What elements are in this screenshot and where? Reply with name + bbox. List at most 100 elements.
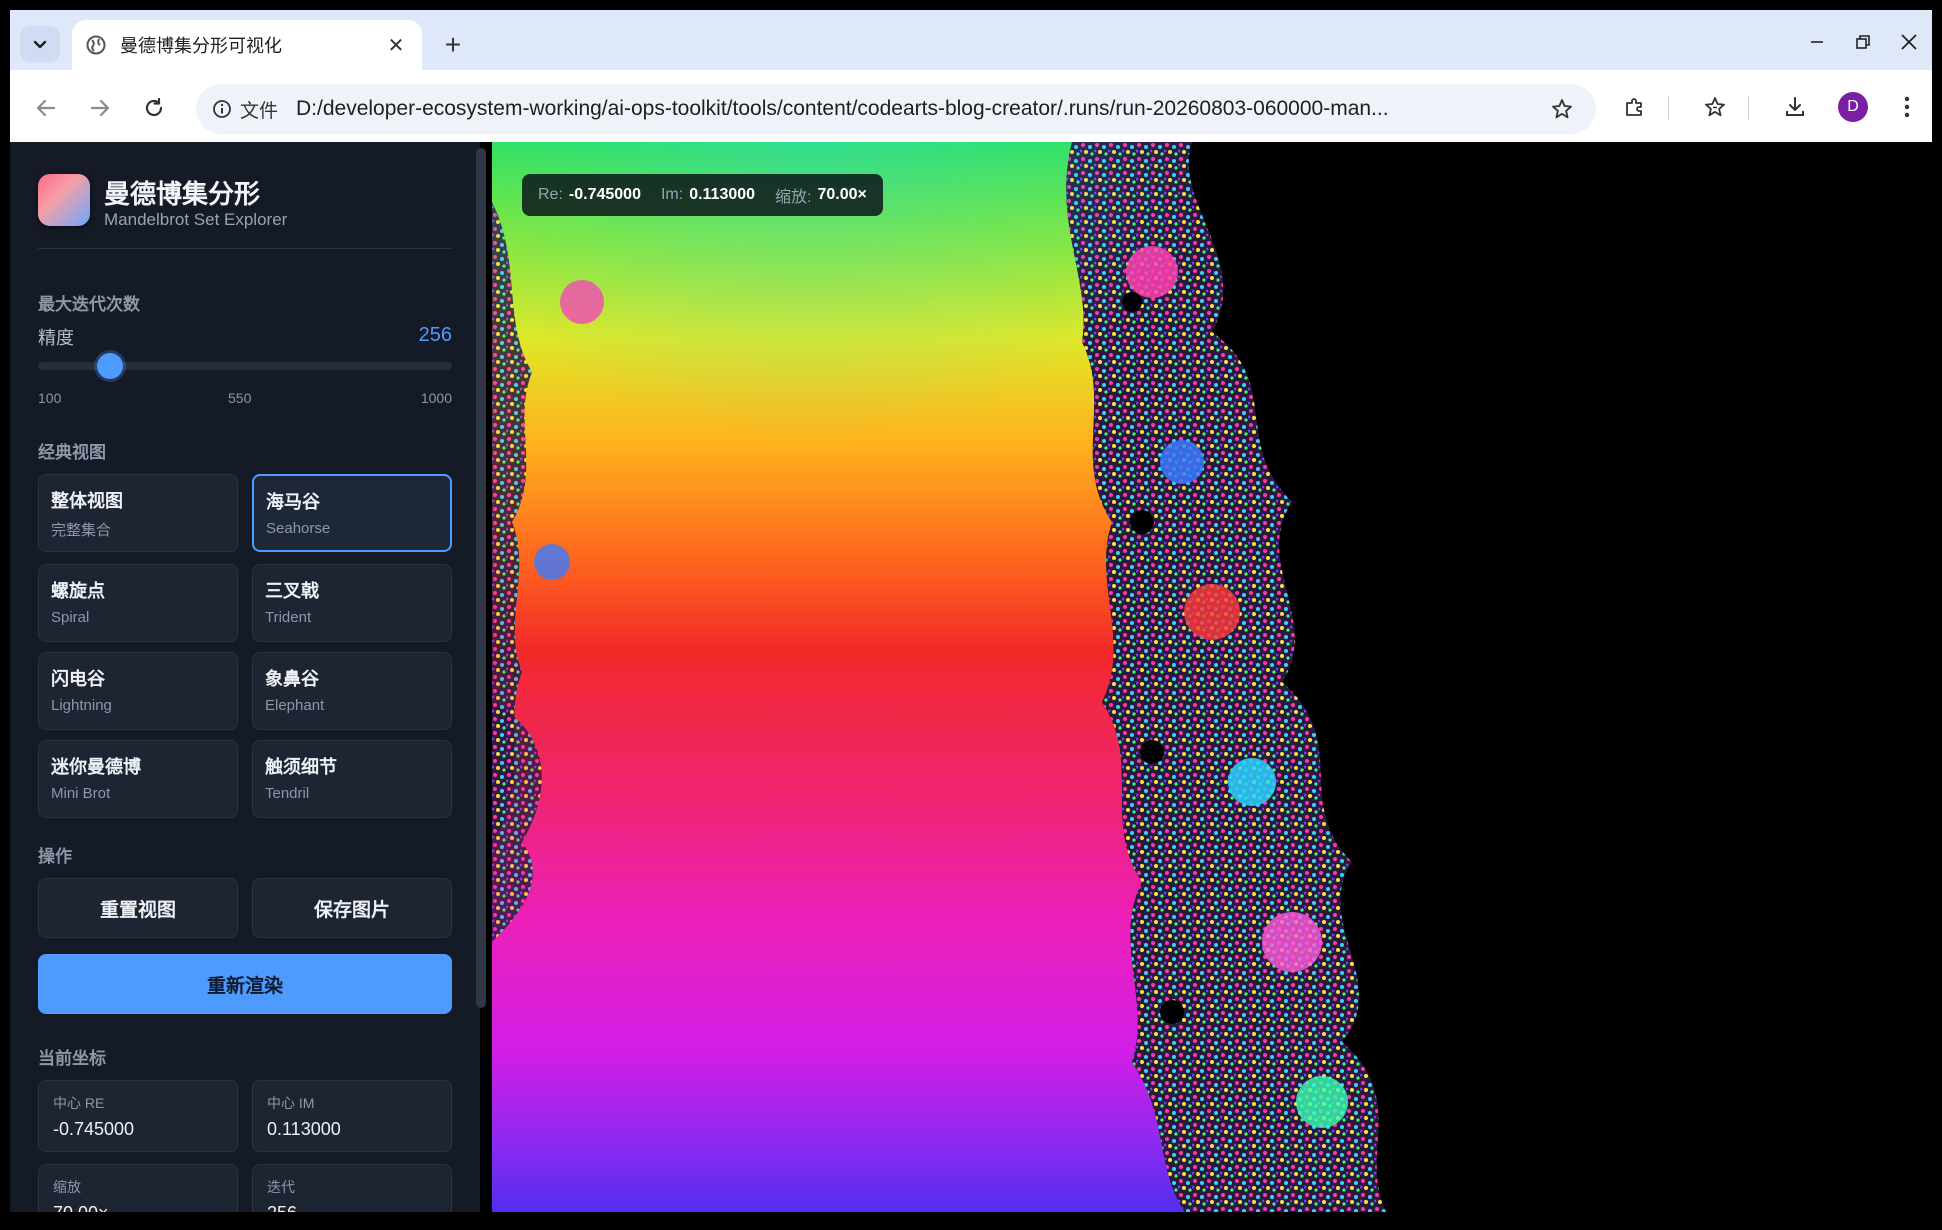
favorites-button[interactable]: [1694, 86, 1736, 128]
center-im-value: 0.113000: [267, 1119, 341, 1139]
app-subtitle: Mandelbrot Set Explorer: [104, 210, 288, 229]
downloads-button[interactable]: [1774, 86, 1816, 128]
slider-tick-min: 100: [38, 390, 62, 406]
close-window-button[interactable]: [1886, 24, 1932, 60]
browser-toolbar: 文件 D:/developer-ecosystem-working/ai-ops…: [10, 70, 1932, 142]
preset-subtitle: Mini Brot: [51, 785, 111, 802]
info-icon: [213, 100, 231, 118]
presets-section-label: 经典视图: [38, 443, 106, 462]
kebab-menu-icon: [1904, 96, 1910, 118]
chevron-down-icon: [33, 40, 47, 49]
tab-title: 曼德博集分形可视化: [120, 36, 282, 56]
overlay-re-label: Re:: [538, 186, 563, 203]
header-divider: [38, 248, 452, 249]
reset-view-button[interactable]: 重置视图: [38, 878, 238, 938]
preset-subtitle: Spiral: [51, 609, 90, 626]
tab-strip: 曼德博集分形可视化 ✕ +: [10, 10, 1932, 70]
precision-value: 256: [418, 324, 452, 346]
center-re-card: 中心 RE -0.745000: [38, 1080, 238, 1152]
preset-name: 整体视图: [51, 491, 123, 511]
overlay-im-value: 0.113000: [689, 186, 756, 203]
bookmark-star-icon[interactable]: [1544, 91, 1580, 127]
coordinate-overlay: Re: -0.745000 Im: 0.113000 缩放: 70.00×: [522, 174, 883, 216]
preset-name: 迷你曼德博: [51, 757, 141, 777]
preset-lightning[interactable]: 闪电谷 Lightning: [38, 652, 238, 730]
minimize-icon: [1811, 41, 1823, 43]
close-tab-icon[interactable]: ✕: [384, 33, 408, 57]
profile-avatar[interactable]: D: [1838, 92, 1868, 122]
site-info-label: 文件: [240, 100, 279, 122]
preset-name: 闪电谷: [51, 669, 105, 689]
tab-search-button[interactable]: [20, 26, 60, 62]
address-bar[interactable]: 文件 D:/developer-ecosystem-working/ai-ops…: [196, 84, 1596, 134]
slider-thumb[interactable]: [96, 353, 123, 379]
iterations-label: 迭代: [267, 1179, 295, 1195]
star-list-icon: [1705, 97, 1725, 117]
restore-button[interactable]: [1840, 24, 1886, 60]
preset-elephant[interactable]: 象鼻谷 Elephant: [252, 652, 452, 730]
preset-tendril[interactable]: 触须细节 Tendril: [252, 740, 452, 818]
preset-trident[interactable]: 三叉戟 Trident: [252, 564, 452, 642]
screen: 曼德博集分形可视化 ✕ + 文件 D:/developer-ecosystem-…: [0, 0, 1942, 1230]
preset-mini-brot[interactable]: 迷你曼德博 Mini Brot: [38, 740, 238, 818]
overlay-zoom-value: 70.00×: [817, 186, 867, 203]
sidebar-scrollbar[interactable]: [476, 148, 486, 1008]
menu-button[interactable]: [1886, 86, 1928, 128]
close-icon: [1901, 34, 1917, 50]
extensions-button[interactable]: [1614, 86, 1656, 128]
preset-subtitle: Trident: [265, 609, 312, 626]
preset-subtitle: Tendril: [265, 785, 310, 802]
center-re-label: 中心 RE: [53, 1095, 105, 1111]
overlay-re-value: -0.745000: [568, 186, 641, 203]
fractal-canvas[interactable]: Re: -0.745000 Im: 0.113000 缩放: 70.00×: [492, 142, 1932, 1222]
minimize-button[interactable]: [1794, 24, 1840, 60]
preset-name: 螺旋点: [51, 581, 105, 601]
center-im-label: 中心 IM: [267, 1095, 315, 1111]
preset-subtitle: Seahorse: [266, 520, 331, 537]
preset-name: 象鼻谷: [265, 669, 319, 689]
coords-section-label: 当前坐标: [38, 1049, 106, 1068]
puzzle-icon: [1626, 98, 1642, 116]
control-sidebar: 曼德博集分形 Mandelbrot Set Explorer 最大迭代次数 精度…: [10, 142, 480, 1222]
center-re-value: -0.745000: [53, 1119, 135, 1139]
toolbar-separator: [1748, 96, 1749, 120]
center-im-card: 中心 IM 0.113000: [252, 1080, 452, 1152]
preset-subtitle: 完整集合: [51, 522, 112, 539]
reload-icon: [145, 97, 163, 117]
app-title: 曼德博集分形: [104, 179, 261, 209]
browser-tab[interactable]: 曼德博集分形可视化 ✕: [72, 20, 422, 70]
overlay-im-label: Im:: [660, 186, 684, 203]
save-image-button[interactable]: 保存图片: [252, 878, 452, 938]
actions-section-label: 操作: [38, 847, 72, 866]
preset-subtitle: Lightning: [51, 697, 112, 714]
arrow-right-icon: [90, 99, 110, 117]
slider-tick-mid: 550: [228, 390, 252, 406]
overlay-zoom-label: 缩放:: [775, 189, 812, 206]
url-text[interactable]: D:/developer-ecosystem-working/ai-ops-to…: [296, 97, 1544, 121]
new-tab-button[interactable]: +: [436, 28, 470, 62]
preset-spiral[interactable]: 螺旋点 Spiral: [38, 564, 238, 642]
forward-button[interactable]: [80, 88, 120, 128]
page-content: 曼德博集分形 Mandelbrot Set Explorer 最大迭代次数 精度…: [10, 142, 1932, 1222]
browser-window: 曼德博集分形可视化 ✕ + 文件 D:/developer-ecosystem-…: [10, 10, 1932, 1222]
preset-seahorse[interactable]: 海马谷 Seahorse: [252, 474, 452, 552]
toolbar-separator: [1668, 96, 1669, 120]
restore-icon: [1856, 35, 1870, 49]
download-icon: [1786, 97, 1804, 116]
iterations-section-label: 最大迭代次数: [38, 295, 140, 314]
fractal-render: [492, 142, 1932, 1222]
rerender-button[interactable]: 重新渲染: [38, 954, 452, 1014]
preset-whole-view[interactable]: 整体视图 完整集合: [38, 474, 238, 552]
preset-name: 触须细节: [265, 757, 337, 777]
preset-name: 海马谷: [266, 492, 320, 512]
precision-label: 精度: [38, 328, 74, 348]
screen-bottom-edge: [0, 1212, 1942, 1230]
app-logo: [38, 174, 90, 226]
globe-icon: [86, 35, 106, 55]
zoom-label: 缩放: [53, 1179, 81, 1195]
slider-tick-max: 1000: [420, 390, 452, 406]
reload-button[interactable]: [134, 88, 174, 128]
arrow-left-icon: [36, 99, 56, 117]
back-button[interactable]: [26, 88, 66, 128]
site-info-chip[interactable]: 文件: [212, 96, 278, 123]
